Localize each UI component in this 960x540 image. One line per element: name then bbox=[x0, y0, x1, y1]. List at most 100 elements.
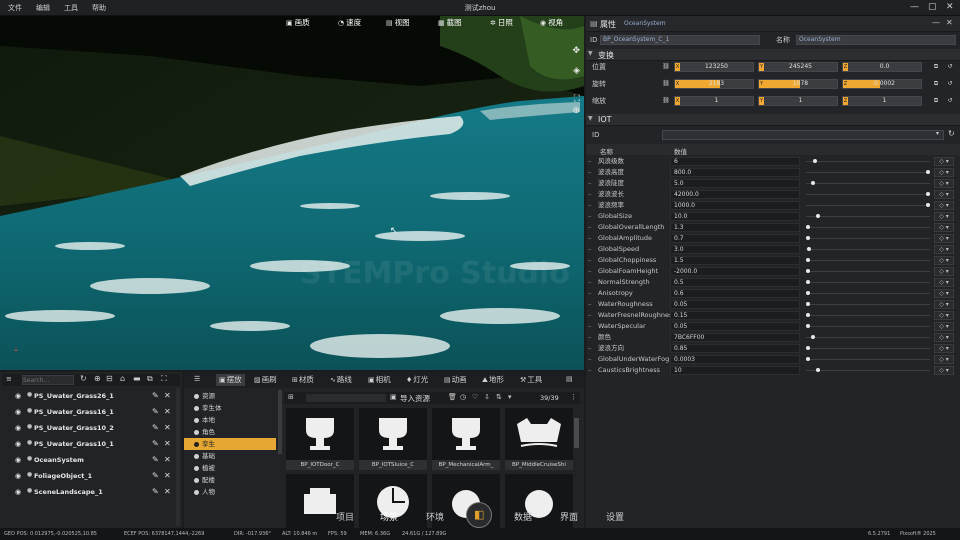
param-slider[interactable] bbox=[806, 271, 930, 272]
asset-card[interactable]: BP_MiddleCruiseShi bbox=[505, 408, 573, 470]
slider-handle[interactable] bbox=[806, 291, 810, 295]
name-field[interactable]: OceanSystem bbox=[796, 35, 956, 45]
transform-z-field[interactable]: Z1 bbox=[842, 96, 922, 106]
param-value-input[interactable]: 0.7 bbox=[670, 234, 800, 243]
spinner-icon[interactable]: ◇ ▾ bbox=[934, 256, 954, 265]
param-slider[interactable] bbox=[806, 282, 930, 283]
link-icon[interactable]: ⛓ bbox=[662, 63, 670, 71]
tab-tools[interactable]: ⚒工具 bbox=[520, 374, 542, 386]
slider-handle[interactable] bbox=[806, 258, 810, 262]
id-field[interactable]: BP_OceanSystem_C_1 bbox=[600, 35, 760, 45]
param-slider[interactable] bbox=[806, 194, 930, 195]
slider-handle[interactable] bbox=[810, 181, 815, 185]
delete-icon[interactable]: ✕ bbox=[164, 391, 171, 400]
tab-brush[interactable]: ▨画刷 bbox=[254, 374, 277, 386]
tab-terrain[interactable]: ⛰地形 bbox=[482, 374, 504, 386]
asset-card[interactable]: BP_MechanicalArm_ bbox=[432, 408, 500, 470]
slider-handle[interactable] bbox=[806, 324, 810, 328]
tab-camera[interactable]: ▣相机 bbox=[368, 374, 391, 386]
menu-icon[interactable]: ≡ bbox=[6, 375, 12, 383]
param-value-input[interactable]: 5.0 bbox=[670, 179, 800, 188]
nav-scene[interactable]: 场景 bbox=[380, 510, 398, 523]
slider-handle[interactable] bbox=[807, 247, 812, 251]
tab-animation[interactable]: ▤动画 bbox=[444, 374, 467, 386]
slider-handle[interactable] bbox=[806, 236, 810, 240]
param-slider[interactable] bbox=[806, 227, 930, 228]
sunlight-button[interactable]: ✲ 日照 bbox=[490, 17, 513, 29]
param-value-input[interactable]: 0.0003 bbox=[670, 355, 800, 364]
more-icon[interactable]: ⋮ bbox=[570, 393, 577, 401]
globe-icon[interactable]: ⊕ bbox=[572, 106, 580, 116]
edit-icon[interactable]: ✎ bbox=[152, 407, 159, 416]
param-slider[interactable] bbox=[806, 249, 930, 250]
filter-icon[interactable]: ▾ bbox=[508, 393, 512, 401]
spinner-icon[interactable]: ◇ ▾ bbox=[934, 201, 954, 210]
close-icon[interactable]: ✕ bbox=[946, 2, 954, 13]
param-value-input[interactable]: 1.3 bbox=[670, 223, 800, 232]
param-value-input[interactable]: 6 bbox=[670, 157, 800, 166]
slider-handle[interactable] bbox=[926, 192, 931, 196]
slider-handle[interactable] bbox=[926, 170, 931, 174]
screenshot-button[interactable]: ▦ 截图 bbox=[438, 17, 462, 29]
tab-place[interactable]: ▣摆放 bbox=[216, 374, 245, 386]
outliner-item[interactable]: ◉ ● OceanSystem ✎ ✕ bbox=[0, 452, 182, 468]
param-slider[interactable] bbox=[806, 238, 930, 239]
edit-icon[interactable]: ✎ bbox=[152, 471, 159, 480]
spinner-icon[interactable]: ◇ ▾ bbox=[934, 300, 954, 309]
copy-icon[interactable]: ⧉ bbox=[932, 80, 940, 88]
spinner-icon[interactable]: ◇ ▾ bbox=[934, 311, 954, 320]
history-icon[interactable]: ◷ bbox=[460, 393, 466, 401]
spinner-icon[interactable]: ◇ ▾ bbox=[934, 344, 954, 353]
nav-environment[interactable]: 环境 bbox=[426, 510, 444, 523]
grid-icon[interactable]: ⊞ bbox=[288, 393, 294, 401]
folder-icon[interactable]: ▬ bbox=[133, 374, 141, 383]
param-slider[interactable] bbox=[806, 260, 930, 261]
param-slider[interactable] bbox=[806, 315, 930, 316]
spinner-icon[interactable]: ◇ ▾ bbox=[934, 234, 954, 243]
outliner-item[interactable]: ◉ ● PS_Uwater_Grass16_1 ✎ ✕ bbox=[0, 404, 182, 420]
expand-icon[interactable]: ⛶ bbox=[161, 374, 167, 384]
nav-interface[interactable]: 界面 bbox=[560, 510, 578, 523]
param-value-input[interactable]: 0.6 bbox=[670, 289, 800, 298]
tree-item[interactable]: 植被 bbox=[184, 462, 276, 474]
param-value-input[interactable]: 3.0 bbox=[670, 245, 800, 254]
param-slider[interactable] bbox=[806, 183, 930, 184]
delete-icon[interactable]: ✕ bbox=[164, 455, 171, 464]
menu-file[interactable]: 文件 bbox=[8, 3, 22, 13]
param-value-input[interactable]: 0.05 bbox=[670, 300, 800, 309]
chevron-down-icon[interactable]: ▾ bbox=[936, 130, 939, 137]
slider-handle[interactable] bbox=[806, 357, 810, 361]
edit-icon[interactable]: ✎ bbox=[152, 391, 159, 400]
param-value-input[interactable]: -2000.0 bbox=[670, 267, 800, 276]
param-value-input[interactable]: 800.0 bbox=[670, 168, 800, 177]
visibility-eye-icon[interactable]: ◉ bbox=[15, 424, 21, 432]
nav-project[interactable]: 项目 bbox=[336, 510, 354, 523]
nav-settings[interactable]: 设置 bbox=[606, 510, 624, 523]
param-value-input[interactable]: 0.5 bbox=[670, 278, 800, 287]
minimize-icon[interactable]: — bbox=[910, 2, 919, 13]
outliner-item[interactable]: ◉ ● PS_Uwater_Grass10_2 ✎ ✕ bbox=[0, 420, 182, 436]
speed-button[interactable]: ◔ 速度 bbox=[338, 17, 361, 29]
outliner-search-input[interactable] bbox=[22, 375, 74, 385]
slider-handle[interactable] bbox=[806, 313, 810, 317]
tree-item[interactable]: 角色 bbox=[184, 426, 276, 438]
menu-edit[interactable]: 编辑 bbox=[36, 3, 50, 13]
param-slider[interactable] bbox=[806, 304, 930, 305]
link-icon[interactable]: ⛓ bbox=[662, 80, 670, 88]
copy-icon[interactable]: ⧉ bbox=[932, 97, 940, 105]
minimize-panel-icon[interactable]: — bbox=[932, 18, 940, 27]
reset-icon[interactable]: ↺ bbox=[946, 63, 954, 71]
param-value-input[interactable]: 0.85 bbox=[670, 344, 800, 353]
outliner-item[interactable]: ◉ ● SceneLandscape_1 ✎ ✕ bbox=[0, 484, 182, 500]
delete-icon[interactable]: ✕ bbox=[164, 423, 171, 432]
tab-route[interactable]: ∿路线 bbox=[330, 374, 352, 386]
transform-section-header[interactable]: ▼ 变换 bbox=[586, 49, 960, 61]
spinner-icon[interactable]: ◇ ▾ bbox=[934, 278, 954, 287]
asset-card[interactable]: BP_IOTSluice_C bbox=[359, 408, 427, 470]
transform-y-field[interactable]: Y 1078 bbox=[758, 79, 838, 89]
refresh-icon[interactable]: ↻ bbox=[948, 129, 955, 138]
param-value-input[interactable]: 0.15 bbox=[670, 311, 800, 320]
param-value-input[interactable]: 1000.0 bbox=[670, 201, 800, 210]
spinner-icon[interactable]: ◇ ▾ bbox=[934, 157, 954, 166]
slider-handle[interactable] bbox=[810, 335, 815, 339]
